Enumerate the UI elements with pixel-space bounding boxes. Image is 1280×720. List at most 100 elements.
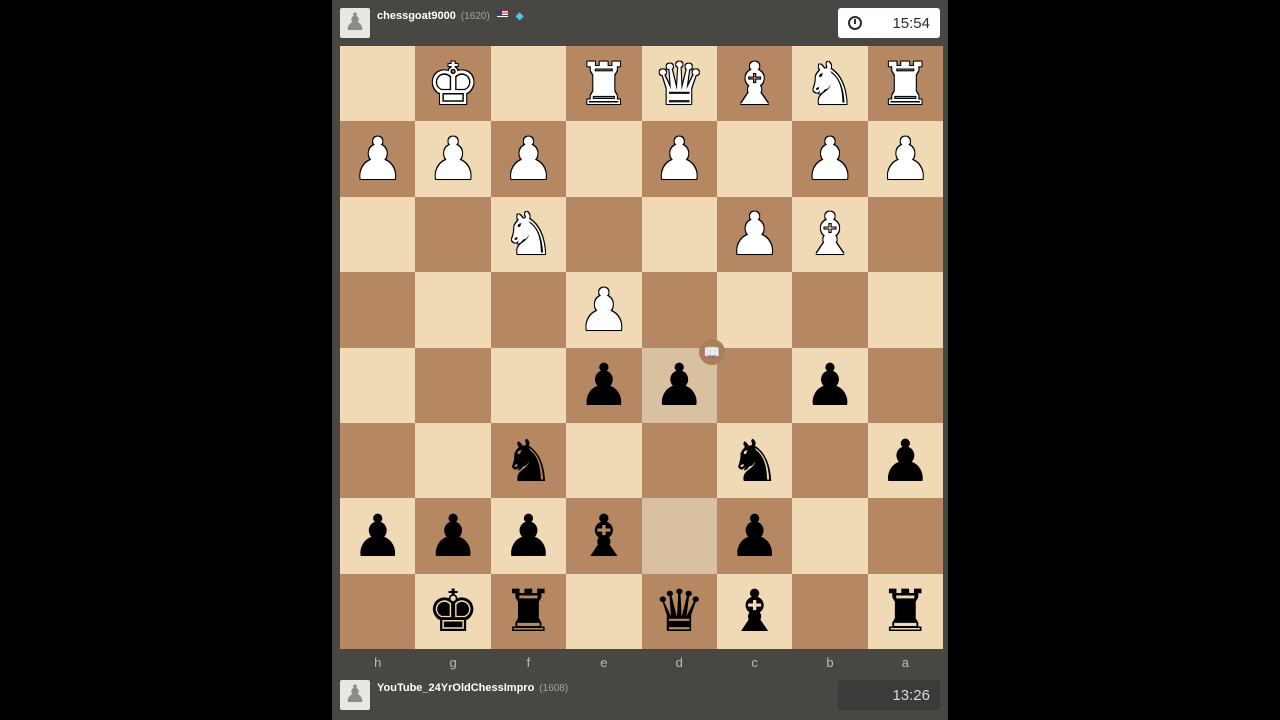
- black-pawn[interactable]: ♟: [729, 507, 781, 565]
- square-f-7[interactable]: ♜: [490, 573, 567, 649]
- square-h-5[interactable]: [340, 422, 416, 499]
- square-e-0[interactable]: ♜: [566, 46, 642, 122]
- square-h-0[interactable]: [340, 46, 416, 122]
- square-c-7[interactable]: ♝: [716, 573, 793, 649]
- square-c-5[interactable]: ♞: [716, 422, 793, 499]
- square-b-4[interactable]: ♟: [792, 347, 868, 423]
- square-f-2[interactable]: ♞: [490, 196, 567, 273]
- white-knight[interactable]: ♞: [502, 205, 554, 263]
- square-a-5[interactable]: ♟: [867, 422, 943, 499]
- white-pawn[interactable]: ♟: [729, 205, 781, 263]
- black-pawn[interactable]: ♟: [879, 432, 931, 490]
- square-h-2[interactable]: [340, 196, 416, 273]
- square-b-2[interactable]: ♝: [792, 196, 868, 273]
- square-e-3[interactable]: ♟: [566, 272, 642, 348]
- square-b-0[interactable]: ♞: [792, 46, 868, 122]
- square-h-3[interactable]: [340, 272, 416, 348]
- top-player-avatar[interactable]: ♟: [340, 8, 370, 38]
- square-e-1[interactable]: [566, 121, 642, 197]
- black-pawn[interactable]: ♟: [502, 507, 554, 565]
- square-g-7[interactable]: ♚: [415, 573, 491, 649]
- square-b-6[interactable]: [792, 498, 868, 574]
- square-g-6[interactable]: ♟: [415, 498, 491, 574]
- square-b-3[interactable]: [792, 272, 868, 348]
- square-d-0[interactable]: ♛: [641, 46, 717, 122]
- black-bishop[interactable]: ♝: [578, 507, 630, 565]
- black-knight[interactable]: ♞: [729, 432, 781, 490]
- square-f-0[interactable]: [490, 46, 567, 122]
- black-pawn[interactable]: ♟: [427, 507, 479, 565]
- black-bishop[interactable]: ♝: [729, 582, 781, 640]
- square-b-5[interactable]: [792, 422, 868, 499]
- square-d-3[interactable]: [641, 272, 717, 348]
- square-g-5[interactable]: [415, 422, 491, 499]
- black-rook[interactable]: ♜: [879, 582, 931, 640]
- square-a-2[interactable]: [867, 196, 943, 273]
- square-a-1[interactable]: ♟: [867, 121, 943, 197]
- square-e-5[interactable]: [566, 422, 642, 499]
- white-rook[interactable]: ♜: [578, 55, 630, 113]
- black-king[interactable]: ♚: [427, 582, 479, 640]
- square-d-6[interactable]: [641, 498, 717, 574]
- square-f-5[interactable]: ♞: [490, 422, 567, 499]
- square-g-0[interactable]: ♚: [415, 46, 491, 122]
- chess-board[interactable]: ♚ ♜ ♛ ♝ ♞ ♜ ♟ ♟ ♟ ♟ ♟ ♟ ♞ ♟ ♝ ♟ ♟ ♟ ♟ ♞ ♞ ♟ ♟ ♟ ♟ ♝ ♟ ♚ ♜ ♛ ♝ ♜: [340, 46, 943, 649]
- square-f-6[interactable]: ♟: [490, 498, 567, 574]
- white-bishop[interactable]: ♝: [729, 55, 781, 113]
- square-e-4[interactable]: ♟: [566, 347, 642, 423]
- square-a-3[interactable]: [867, 272, 943, 348]
- bottom-player-avatar[interactable]: ♟: [340, 680, 370, 710]
- black-knight[interactable]: ♞: [502, 432, 554, 490]
- square-f-1[interactable]: ♟: [490, 121, 567, 197]
- square-g-3[interactable]: [415, 272, 491, 348]
- square-a-4[interactable]: [867, 347, 943, 423]
- square-g-2[interactable]: [415, 196, 491, 273]
- black-rook[interactable]: ♜: [502, 582, 554, 640]
- square-f-3[interactable]: [490, 272, 567, 348]
- white-queen[interactable]: ♛: [653, 55, 705, 113]
- white-pawn[interactable]: ♟: [879, 130, 931, 188]
- square-e-2[interactable]: [566, 196, 642, 273]
- square-d-7[interactable]: ♛: [641, 573, 717, 649]
- square-g-1[interactable]: ♟: [415, 121, 491, 197]
- black-pawn[interactable]: ♟: [653, 356, 705, 414]
- square-e-6[interactable]: ♝: [566, 498, 642, 574]
- white-pawn[interactable]: ♟: [804, 130, 856, 188]
- square-d-1[interactable]: ♟: [641, 121, 717, 197]
- white-pawn[interactable]: ♟: [427, 130, 479, 188]
- square-h-7[interactable]: [340, 573, 416, 649]
- white-pawn[interactable]: ♟: [352, 130, 404, 188]
- white-pawn[interactable]: ♟: [502, 130, 554, 188]
- bottom-player-name[interactable]: YouTube_24YrOldChessImpro: [377, 682, 534, 694]
- square-c-3[interactable]: [716, 272, 793, 348]
- square-b-1[interactable]: ♟: [792, 121, 868, 197]
- square-c-4[interactable]: [716, 347, 793, 423]
- square-d-5[interactable]: [641, 422, 717, 499]
- white-king[interactable]: ♚: [427, 55, 479, 113]
- square-h-1[interactable]: ♟: [340, 121, 416, 197]
- square-h-6[interactable]: ♟: [340, 498, 416, 574]
- square-a-7[interactable]: ♜: [867, 573, 943, 649]
- black-pawn[interactable]: ♟: [352, 507, 404, 565]
- square-g-4[interactable]: [415, 347, 491, 423]
- top-player-name[interactable]: chessgoat9000: [377, 10, 456, 22]
- square-c-1[interactable]: [716, 121, 793, 197]
- square-h-4[interactable]: [340, 347, 416, 423]
- black-pawn[interactable]: ♟: [804, 356, 856, 414]
- square-c-0[interactable]: ♝: [716, 46, 793, 122]
- white-pawn[interactable]: ♟: [578, 281, 630, 339]
- square-e-7[interactable]: [566, 573, 642, 649]
- black-pawn[interactable]: ♟: [578, 356, 630, 414]
- square-f-4[interactable]: [490, 347, 567, 423]
- white-bishop[interactable]: ♝: [804, 205, 856, 263]
- black-queen[interactable]: ♛: [653, 582, 705, 640]
- square-c-6[interactable]: ♟: [716, 498, 793, 574]
- square-c-2[interactable]: ♟: [716, 196, 793, 273]
- square-b-7[interactable]: [792, 573, 868, 649]
- white-knight[interactable]: ♞: [804, 55, 856, 113]
- white-pawn[interactable]: ♟: [653, 130, 705, 188]
- square-a-6[interactable]: [867, 498, 943, 574]
- square-d-2[interactable]: [641, 196, 717, 273]
- square-a-0[interactable]: ♜: [867, 46, 943, 122]
- white-rook[interactable]: ♜: [879, 55, 931, 113]
